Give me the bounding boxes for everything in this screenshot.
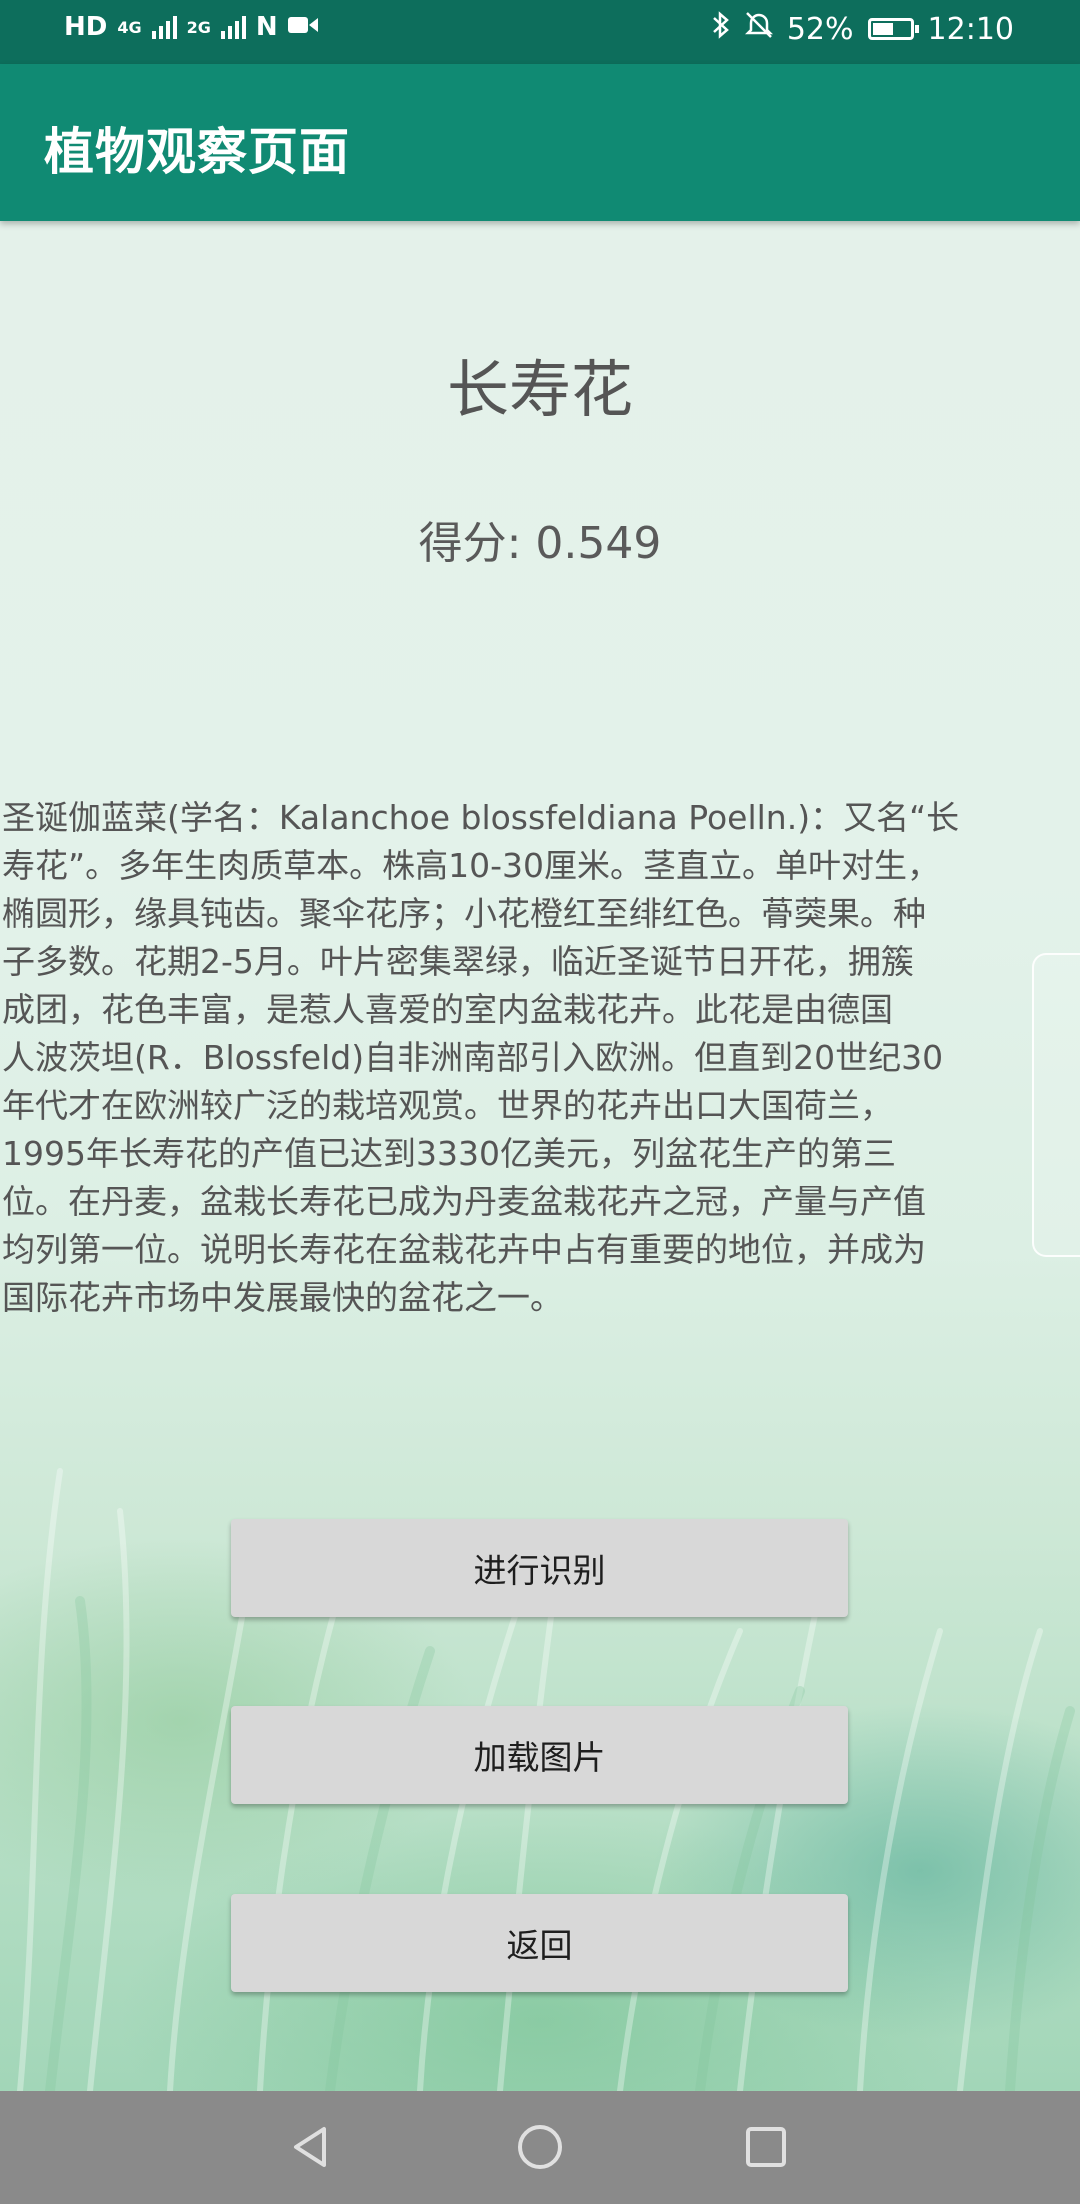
network-2g-indicator: 2G (186, 17, 211, 37)
page-title: 植物观察页面 (44, 123, 350, 181)
hd-indicator: HD (64, 12, 108, 42)
status-indicators: HD 4G 2G N (64, 12, 318, 42)
plant-name: 长寿花 (446, 353, 633, 426)
load-image-button[interactable]: 加载图片 (231, 1706, 848, 1804)
nav-home-icon[interactable] (512, 2119, 568, 2175)
back-button[interactable]: 返回 (231, 1894, 848, 1992)
edge-panel-handle[interactable] (1032, 953, 1080, 1257)
recognition-score: 得分: 0.549 (418, 518, 662, 569)
status-right: 52% 12:10 (711, 10, 1014, 48)
network-4g-indicator: 4G (117, 17, 142, 37)
signal-strength-icon (151, 15, 177, 39)
plant-observation-screen: HD 4G 2G N 52% 12:10 植物观察页面 长寿花 得分: 0.54… (0, 0, 1080, 2204)
app-bar: 植物观察页面 (0, 64, 1080, 221)
navigation-bar (0, 2091, 1080, 2204)
video-record-icon (287, 12, 318, 42)
bluetooth-icon (711, 10, 731, 48)
main-content: 长寿花 得分: 0.549 圣诞伽蓝菜(学名：Kalanchoe blossfe… (0, 221, 1080, 2091)
recognize-button[interactable]: 进行识别 (231, 1519, 848, 1617)
status-bar: HD 4G 2G N 52% 12:10 (0, 0, 1080, 64)
clock: 12:10 (927, 11, 1014, 47)
nav-back-icon[interactable] (284, 2119, 340, 2175)
battery-percent: 52% (786, 11, 854, 47)
signal-strength-icon-2 (220, 15, 246, 39)
nav-recent-icon[interactable] (738, 2119, 794, 2175)
plant-description: 圣诞伽蓝菜(学名：Kalanchoe blossfeldiana Poelln.… (2, 798, 960, 1317)
battery-icon (867, 18, 919, 40)
mute-icon (744, 10, 773, 48)
nfc-indicator: N (255, 12, 278, 42)
